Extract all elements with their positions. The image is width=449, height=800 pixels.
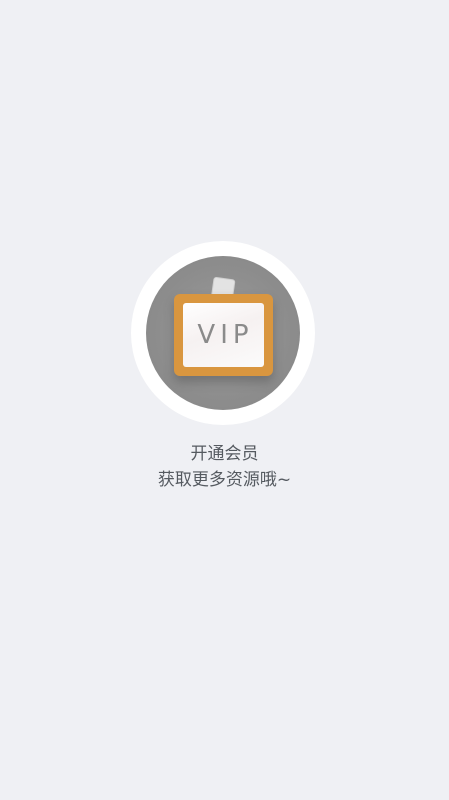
- vip-badge-card: VIP: [183, 303, 264, 367]
- vip-prompt-subtitle: 获取更多资源哦~: [157, 470, 292, 490]
- vip-prompt-title: 开通会员: [190, 444, 259, 464]
- vip-badge-icon: VIP: [174, 294, 273, 376]
- vip-badge-text: VIP: [197, 320, 254, 350]
